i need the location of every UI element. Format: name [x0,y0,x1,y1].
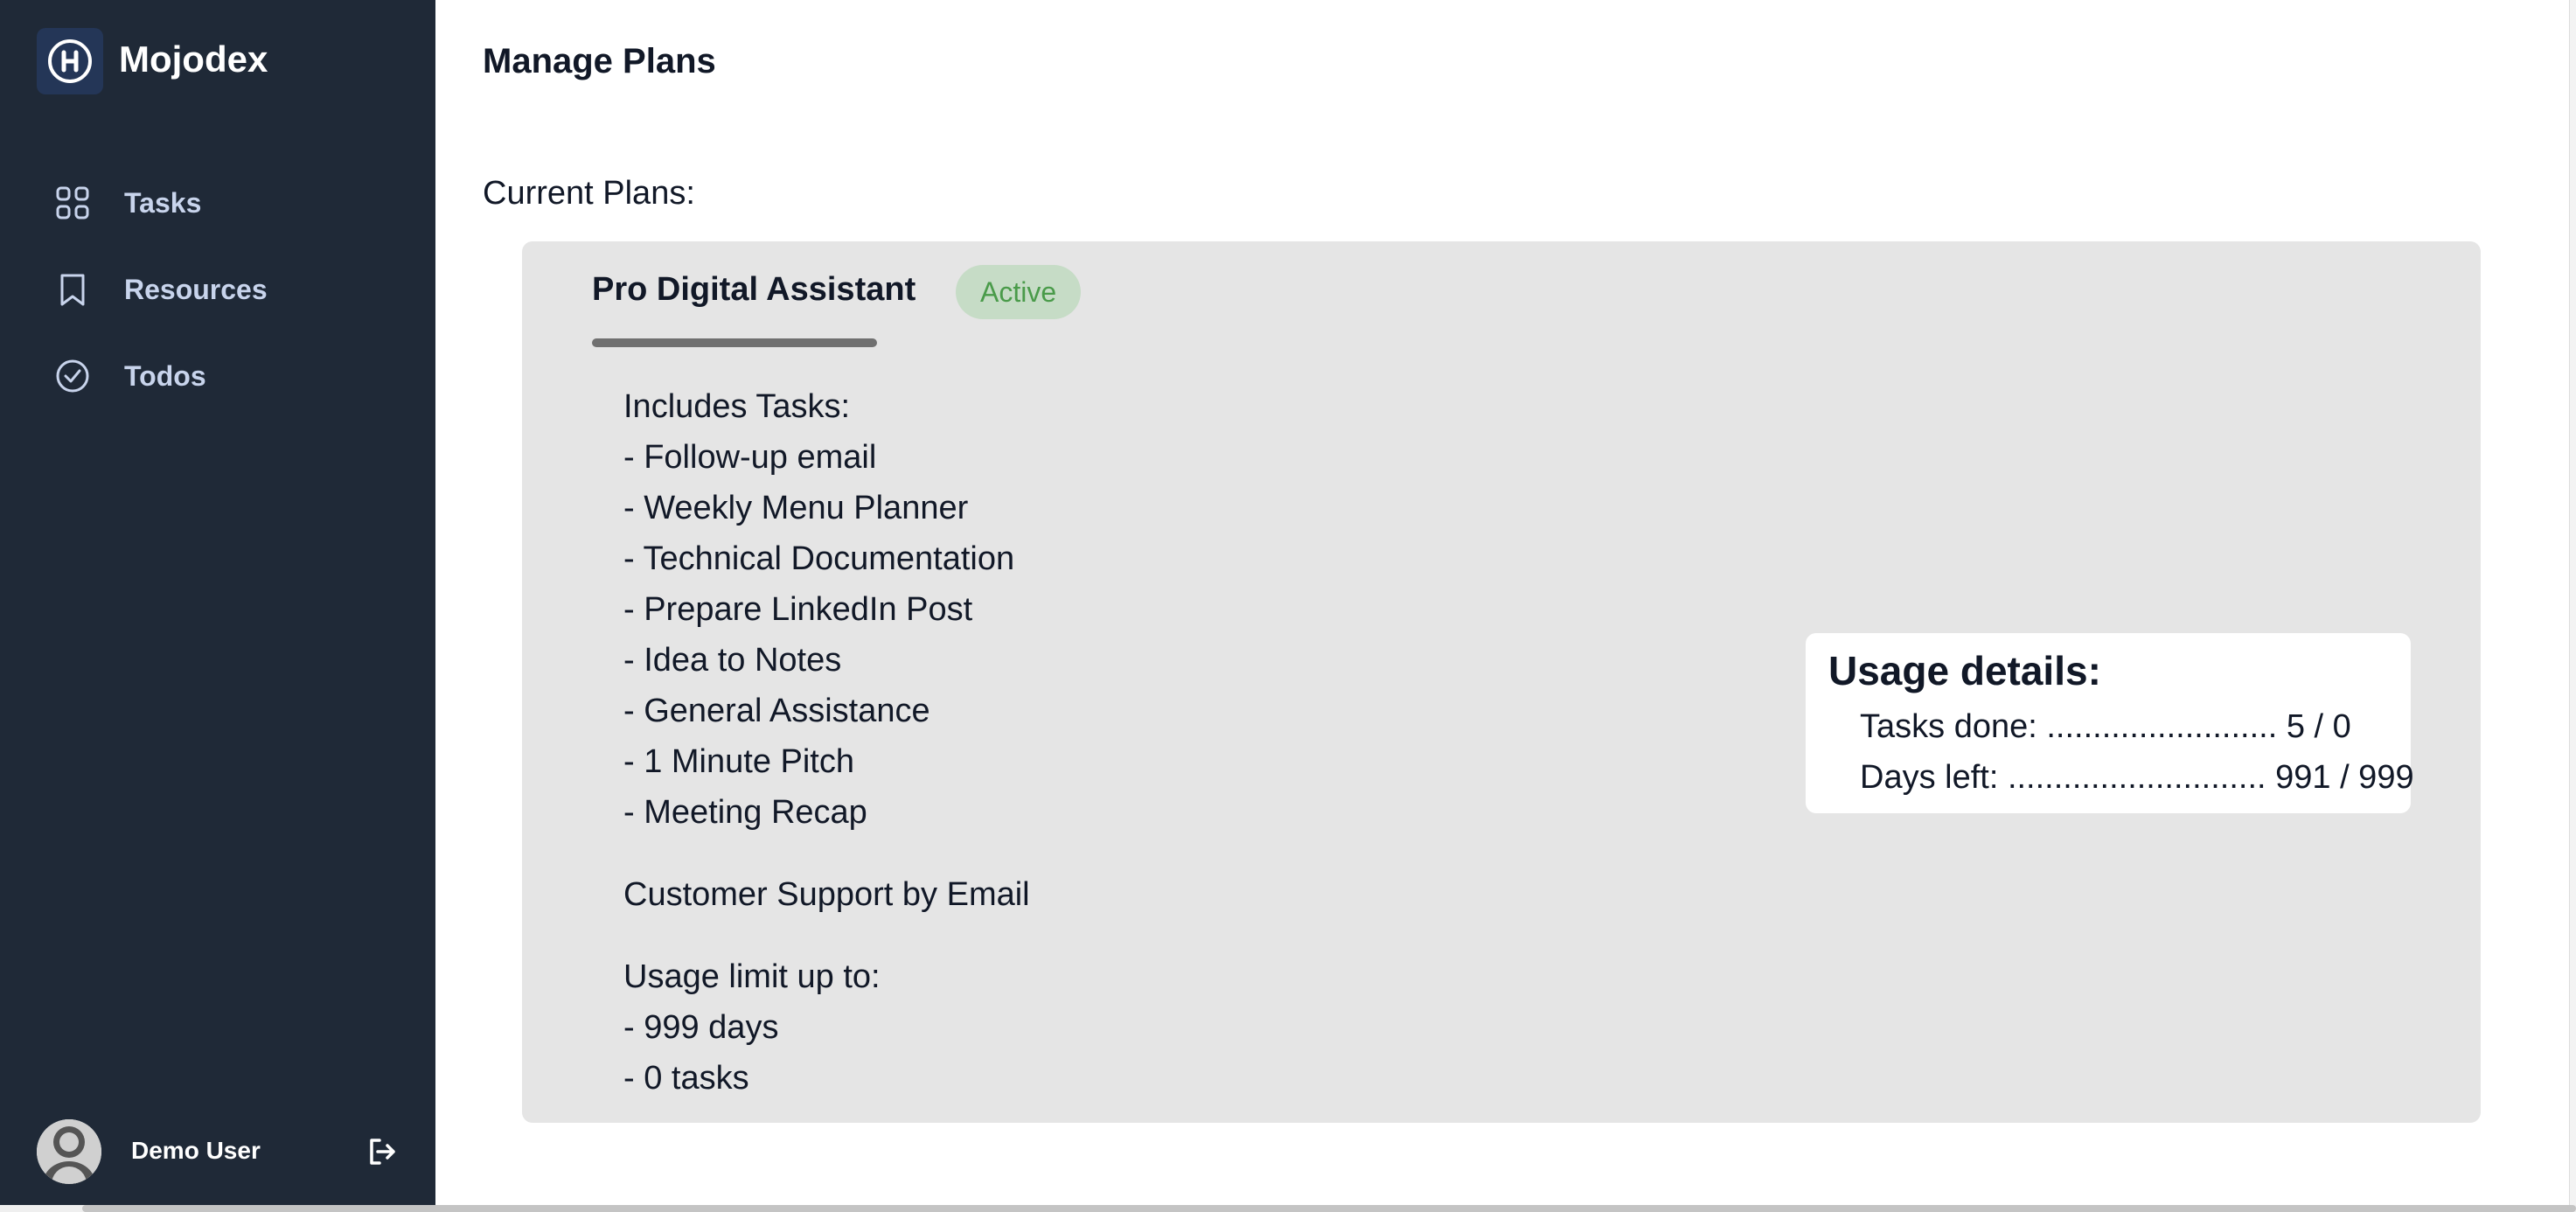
sidebar-item-label: Tasks [124,186,202,219]
sidebar-item-resources[interactable]: Resources [54,271,268,308]
usage-details-box: Usage details: Tasks done: .............… [1806,633,2414,813]
usage-limit-label: Usage limit up to: [623,958,881,995]
avatar-icon[interactable] [37,1119,101,1184]
list-item: - Idea to Notes [623,642,842,679]
list-item: - 0 tasks [623,1060,749,1097]
sidebar: Mojodex Tasks Resources Todos Demo User [0,0,435,1212]
page-title: Manage Plans [483,42,716,80]
user-name: Demo User [131,1137,261,1164]
list-item: - General Assistance [623,693,930,729]
logout-icon[interactable] [364,1133,400,1170]
includes-tasks-label: Includes Tasks: [623,388,851,425]
vertical-scrollbar[interactable] [2569,0,2576,1205]
support-text: Customer Support by Email [623,876,1030,913]
sidebar-item-label: Resources [124,273,268,305]
app-name: Mojodex [119,38,268,80]
list-item: - Follow-up email [623,439,877,476]
list-item: - 1 Minute Pitch [623,743,854,780]
logo-icon [48,39,92,83]
list-item: - Meeting Recap [623,794,867,831]
list-item: - Weekly Menu Planner [623,490,969,526]
sidebar-item-tasks[interactable]: Tasks [54,185,201,221]
current-plans-label: Current Plans: [483,175,695,212]
tasks-done-row: Tasks done: ......................... 5 … [1860,708,2351,745]
grid-icon [56,186,89,219]
sidebar-item-todos[interactable]: Todos [54,358,206,394]
plan-details: Includes Tasks: - Follow-up email - Week… [623,381,1030,1104]
app-logo[interactable] [37,28,103,94]
list-item: - Technical Documentation [623,540,1015,577]
days-left-row: Days left: ............................ … [1860,759,2414,796]
list-item: - Prepare LinkedIn Post [623,591,973,628]
bookmark-icon [60,274,85,306]
tab-underline [592,338,877,347]
plan-card: Pro Digital Assistant Active Includes Ta… [522,241,2481,1123]
sidebar-item-label: Todos [124,359,206,392]
tab-plan-name[interactable]: Pro Digital Assistant [592,271,916,309]
check-circle-icon [56,359,89,393]
usage-details-title: Usage details: [1828,648,2101,693]
horizontal-scrollbar[interactable] [82,1205,2576,1212]
list-item: - 999 days [623,1009,779,1046]
status-badge: Active [956,265,1082,319]
